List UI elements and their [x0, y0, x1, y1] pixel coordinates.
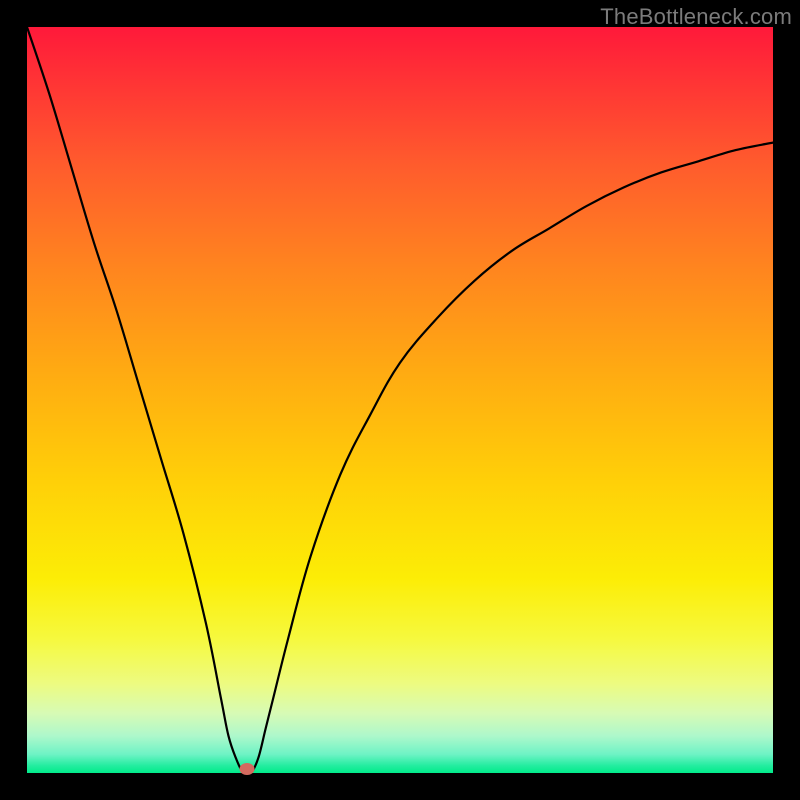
optimal-point-marker: [240, 763, 255, 775]
watermark-text: TheBottleneck.com: [600, 4, 792, 30]
chart-frame: TheBottleneck.com: [0, 0, 800, 800]
plot-area: [27, 27, 773, 773]
bottleneck-curve: [27, 27, 773, 773]
